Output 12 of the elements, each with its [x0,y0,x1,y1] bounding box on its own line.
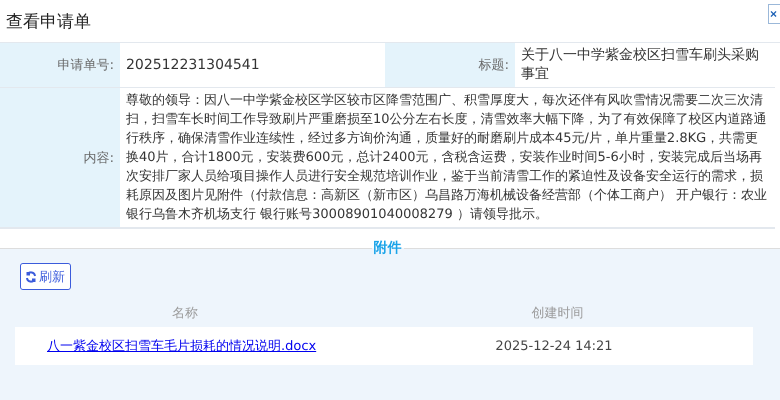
field-label: 申请单号: [0,43,120,88]
section-title: 附件 [372,239,402,257]
column-header: 创建时间 [530,305,584,322]
field-label: 内容: [0,88,120,228]
refresh-icon [25,270,37,282]
file-link[interactable]: 八一紫金校区扫雪车毛片损耗的情况说明.docx [15,337,385,355]
table-cell-text: 2025-12-24 14:21 [494,338,614,354]
window-title: 查看申请单 [6,10,91,32]
column-header: 名称 [171,305,199,322]
refresh-button[interactable]: 刷新 [20,263,71,290]
field-label: 标题: [385,43,515,88]
close-button[interactable]: × [768,4,780,24]
